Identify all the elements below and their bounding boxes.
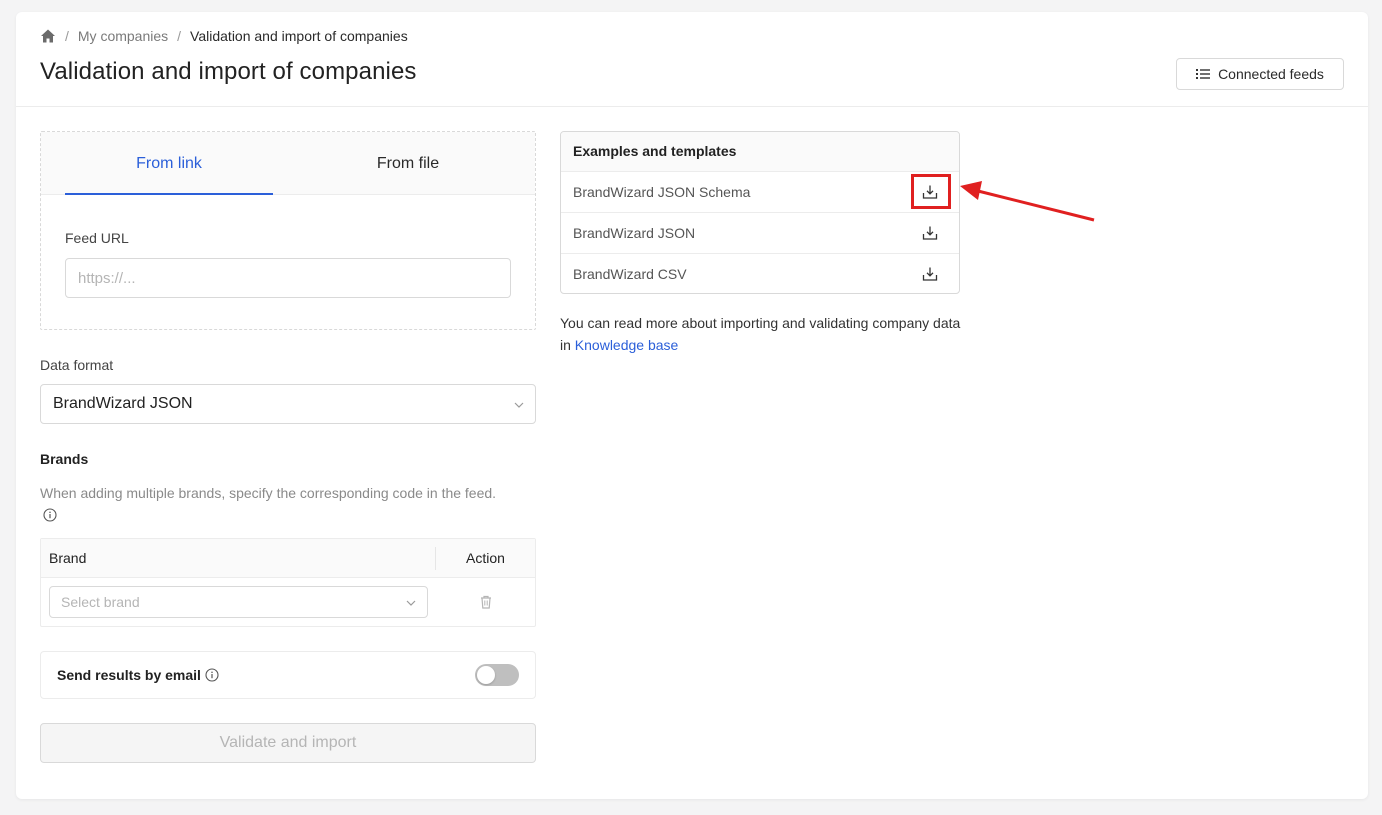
brand-select[interactable]: Select brand — [49, 586, 428, 618]
feed-url-input[interactable] — [65, 258, 511, 298]
brands-table-header: Brand Action — [41, 539, 535, 578]
annotation-highlight-box — [911, 174, 951, 209]
main-card: / My companies / Validation and import o… — [16, 12, 1368, 799]
column-brand: Brand — [49, 550, 87, 566]
data-format-label: Data format — [40, 357, 114, 373]
example-name: BrandWizard JSON — [573, 225, 696, 241]
brand-select-placeholder: Select brand — [61, 594, 140, 610]
active-tab-indicator — [65, 193, 273, 195]
list-icon — [1196, 67, 1211, 81]
source-box: From link From file Feed URL — [40, 131, 536, 330]
breadcrumb-current: Validation and import of companies — [190, 28, 408, 44]
validate-import-button[interactable]: Validate and import — [40, 723, 536, 763]
email-results-toggle[interactable] — [475, 664, 519, 686]
email-results-label-wrap: Send results by email — [57, 667, 219, 683]
chevron-down-icon — [405, 596, 417, 608]
email-results-label: Send results by email — [57, 667, 201, 683]
example-name: BrandWizard JSON Schema — [573, 184, 751, 200]
info-icon[interactable] — [205, 668, 219, 682]
example-row: BrandWizard JSON — [561, 213, 959, 254]
brands-title: Brands — [40, 451, 89, 467]
breadcrumb-separator: / — [177, 28, 182, 44]
knowledge-base-link[interactable]: Knowledge base — [575, 337, 679, 353]
page-title: Validation and import of companies — [40, 58, 417, 85]
knowledge-base-note: You can read more about importing and va… — [560, 312, 970, 356]
column-action: Action — [466, 550, 505, 566]
info-icon[interactable] — [43, 508, 57, 522]
chevron-down-icon — [513, 398, 525, 410]
page-header: / My companies / Validation and import o… — [16, 12, 1368, 107]
feed-url-label: Feed URL — [65, 230, 129, 246]
example-row: BrandWizard JSON Schema — [561, 172, 959, 213]
source-tabs: From link From file — [41, 132, 535, 195]
tab-from-file[interactable]: From file — [304, 132, 512, 195]
toggle-knob — [477, 666, 495, 684]
breadcrumb-separator: / — [65, 28, 69, 44]
data-format-value: BrandWizard JSON — [53, 395, 193, 412]
tab-from-link[interactable]: From link — [65, 132, 273, 195]
brands-hint: When adding multiple brands, specify the… — [40, 485, 497, 501]
download-icon[interactable] — [922, 225, 938, 241]
brands-table: Brand Action Select brand — [40, 538, 536, 627]
home-icon[interactable] — [40, 28, 56, 44]
breadcrumb: / My companies / Validation and import o… — [40, 27, 408, 45]
connected-feeds-button[interactable]: Connected feeds — [1176, 58, 1344, 90]
annotation-arrow — [960, 181, 1095, 222]
example-row: BrandWizard CSV — [561, 254, 959, 293]
examples-templates-panel: Examples and templates BrandWizard JSON … — [560, 131, 960, 294]
breadcrumb-my-companies[interactable]: My companies — [78, 28, 168, 44]
delete-icon[interactable] — [478, 594, 494, 610]
data-format-select[interactable]: BrandWizard JSON — [40, 384, 536, 424]
example-name: BrandWizard CSV — [573, 266, 687, 282]
download-icon[interactable] — [922, 266, 938, 282]
examples-title: Examples and templates — [561, 132, 959, 172]
email-results-row: Send results by email — [40, 651, 536, 699]
connected-feeds-label: Connected feeds — [1218, 66, 1324, 82]
